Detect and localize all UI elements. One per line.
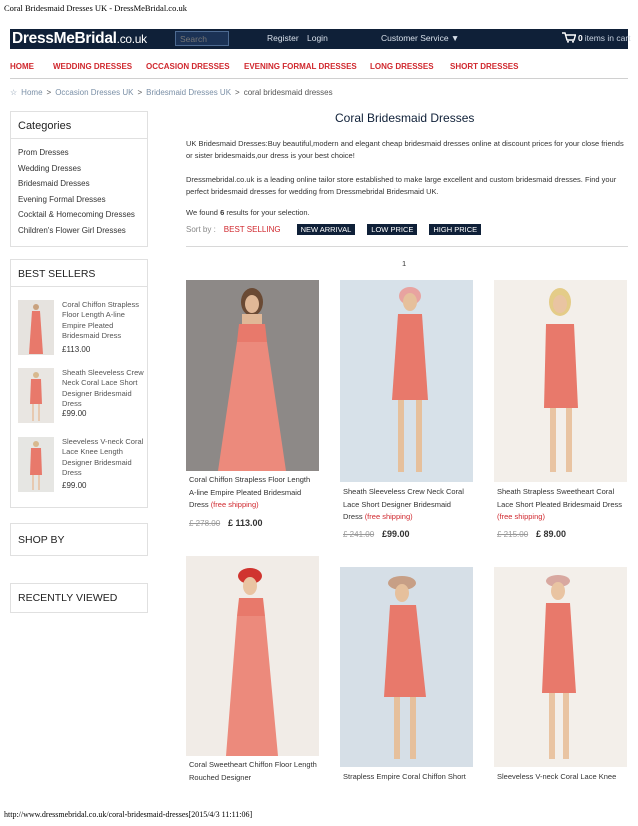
category-prom-dresses[interactable]: Prom Dresses (18, 145, 140, 161)
product-name[interactable]: Sheath Sleeveless Crew Neck Coral Lace S… (343, 486, 471, 524)
product-image[interactable] (340, 567, 473, 767)
breadcrumb: ☆ Home > Occasion Dresses UK > Bridesmai… (10, 88, 333, 97)
pagination-page-1[interactable]: 1 (402, 259, 406, 268)
recently-viewed-title: RECENTLY VIEWED (18, 592, 118, 604)
breadcrumb-home[interactable]: Home (21, 88, 42, 97)
results-prefix: We found (186, 208, 221, 217)
bestseller-thumbnail[interactable] (18, 368, 54, 423)
sort-high-price[interactable]: HIGH PRICE (429, 224, 482, 235)
sort-label: Sort by : (186, 225, 216, 234)
category-cocktail-homecoming[interactable]: Cocktail & Homecoming Dresses (18, 207, 140, 223)
intro-paragraph: UK Bridesmaid Dresses:Buy beautiful,mode… (186, 139, 624, 160)
shopby-panel: SHOP BY (10, 523, 148, 556)
bestseller-name[interactable]: Sheath Sleeveless Crew Neck Coral Lace S… (62, 368, 144, 410)
print-footer-url: http://www.dressmebridal.co.uk/coral-bri… (4, 810, 253, 819)
free-shipping-label: (free shipping) (364, 512, 413, 521)
product-image[interactable] (494, 280, 627, 482)
nav-evening-formal-dresses[interactable]: EVENING FORMAL DRESSES (244, 62, 357, 71)
sale-price: £ 113.00 (228, 518, 263, 528)
product-name[interactable]: Sleeveless V-neck Coral Lace Knee (497, 771, 625, 784)
sale-price: £99.00 (382, 529, 410, 539)
product-card[interactable]: Coral Chiffon Strapless Floor Length A-l… (186, 280, 319, 530)
category-flower-girl-dresses[interactable]: Children's Flower Girl Dresses (18, 223, 140, 239)
recently-viewed-panel: RECENTLY VIEWED (10, 583, 148, 613)
cart-icon (562, 32, 576, 43)
nav-home[interactable]: HOME (10, 62, 34, 71)
login-link[interactable]: Login (307, 33, 328, 43)
bestsellers-panel: BEST SELLERS Coral Chiffon Strapless Flo… (10, 259, 148, 508)
product-card[interactable]: Sleeveless V-neck Coral Lace Knee (494, 567, 627, 787)
bestseller-thumbnail[interactable] (18, 300, 54, 355)
product-image[interactable] (494, 567, 627, 767)
bestseller-item[interactable]: Sheath Sleeveless Crew Neck Coral Lace S… (18, 368, 144, 424)
register-link[interactable]: Register (267, 33, 299, 43)
breadcrumb-bridesmaid[interactable]: Bridesmaid Dresses UK (146, 88, 231, 97)
nav-wedding-dresses[interactable]: WEDDING DRESSES (53, 62, 132, 71)
product-card[interactable]: Sheath Strapless Sweetheart Coral Lace S… (494, 280, 627, 545)
sale-price: £ 89.00 (536, 529, 567, 539)
original-price: £ 215.00 (497, 530, 529, 539)
product-image[interactable] (340, 280, 473, 482)
nav-short-dresses[interactable]: SHORT DRESSES (450, 62, 518, 71)
home-icon: ☆ (10, 88, 18, 97)
original-price: £ 278.00 (189, 519, 221, 528)
product-card[interactable]: Strapless Empire Coral Chiffon Short (340, 567, 473, 787)
category-wedding-dresses[interactable]: Wedding Dresses (18, 161, 140, 177)
page-title: Coral Bridesmaid Dresses (335, 111, 475, 125)
results-suffix: results for your selection. (224, 208, 310, 217)
category-evening-formal-dresses[interactable]: Evening Formal Dresses (18, 192, 140, 208)
nav-long-dresses[interactable]: LONG DRESSES (370, 62, 434, 71)
logo-suffix-text: .co.uk (116, 32, 148, 46)
divider (186, 246, 628, 247)
free-shipping-label: (free shipping) (210, 500, 259, 509)
category-bridesmaid-dresses[interactable]: Bridesmaid Dresses (18, 176, 140, 192)
customer-service-menu[interactable]: Customer Service ▼ (381, 33, 459, 43)
breadcrumb-occasion[interactable]: Occasion Dresses UK (55, 88, 133, 97)
bestsellers-title: BEST SELLERS (11, 260, 147, 287)
categories-title: Categories (11, 112, 147, 139)
breadcrumb-separator: > (46, 88, 52, 97)
results-count: We found 6 results for your selection. (186, 207, 626, 219)
product-card[interactable]: Coral Sweetheart Chiffon Floor Length Ro… (186, 556, 319, 786)
product-image[interactable] (186, 556, 319, 756)
bestseller-name[interactable]: Coral Chiffon Strapless Floor Length A-l… (62, 300, 144, 342)
product-name[interactable]: Sheath Strapless Sweetheart Coral Lace S… (497, 486, 625, 524)
product-name[interactable]: Coral Chiffon Strapless Floor Length A-l… (189, 474, 317, 512)
cart-link[interactable]: 0 items in cart (562, 32, 631, 43)
about-paragraph: Dressmebridal.co.uk is a leading online … (186, 175, 617, 196)
sort-bar: Sort by : BEST SELLING NEW ARRIVAL LOW P… (186, 224, 482, 235)
nav-occasion-dresses[interactable]: OCCASION DRESSES (146, 62, 230, 71)
original-price: £ 241.00 (343, 530, 375, 539)
product-image[interactable] (186, 280, 319, 471)
logo-main-text: DressMeBridal (12, 30, 117, 47)
sort-low-price[interactable]: LOW PRICE (367, 224, 418, 235)
product-card[interactable]: Sheath Sleeveless Crew Neck Coral Lace S… (340, 280, 473, 545)
bestseller-thumbnail[interactable] (18, 437, 54, 492)
site-logo[interactable]: DressMeBridal.co.uk (12, 30, 147, 48)
bestseller-item[interactable]: Sleeveless V-neck Coral Lace Knee Length… (18, 437, 144, 493)
free-shipping-label: (free shipping) (497, 512, 545, 521)
search-input[interactable] (175, 31, 229, 46)
bestseller-price: £99.00 (62, 481, 87, 490)
sort-new-arrival[interactable]: NEW ARRIVAL (296, 224, 356, 235)
product-name[interactable]: Strapless Empire Coral Chiffon Short (343, 771, 471, 784)
bestseller-price: £113.00 (62, 345, 91, 354)
cart-count: 0 (578, 32, 583, 43)
bestseller-name[interactable]: Sleeveless V-neck Coral Lace Knee Length… (62, 437, 144, 479)
shopby-title[interactable]: SHOP BY (11, 524, 147, 552)
product-name[interactable]: Coral Sweetheart Chiffon Floor Length Ro… (189, 759, 317, 784)
bestseller-price: £99.00 (62, 409, 87, 418)
sort-best-selling[interactable]: BEST SELLING (224, 225, 281, 234)
categories-panel: Categories Prom Dresses Wedding Dresses … (10, 111, 148, 247)
cart-label: items in cart (584, 32, 631, 43)
breadcrumb-current: coral bridesmaid dresses (243, 88, 333, 97)
print-header-title: Coral Bridesmaid Dresses UK - DressMeBri… (4, 3, 187, 13)
bestseller-item[interactable]: Coral Chiffon Strapless Floor Length A-l… (18, 300, 144, 356)
breadcrumb-separator: > (235, 88, 240, 97)
breadcrumb-separator: > (137, 88, 143, 97)
